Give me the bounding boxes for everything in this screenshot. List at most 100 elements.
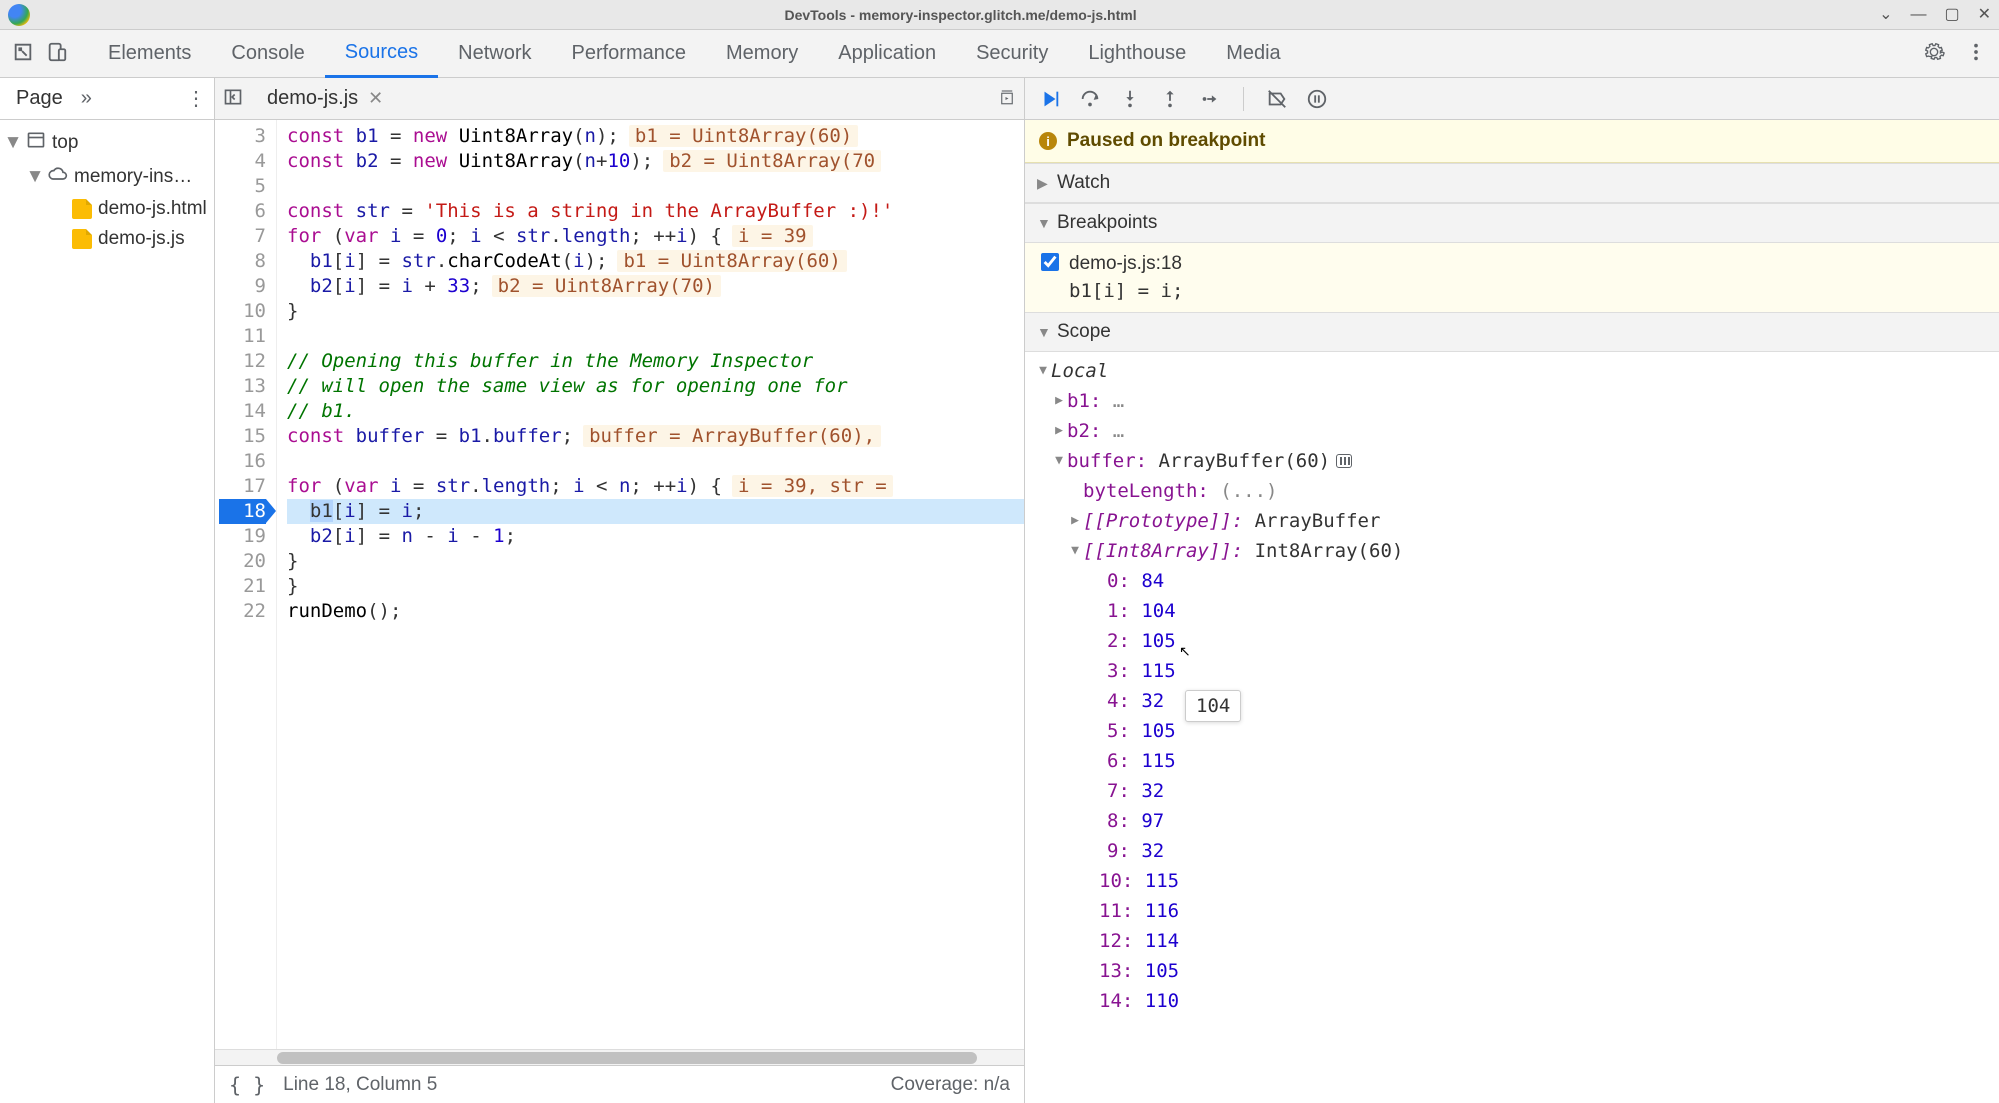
array-entry[interactable]: 11: 116 <box>1025 896 1999 926</box>
caret-down-icon: ▼ <box>1037 215 1049 231</box>
navigator-menu-icon[interactable]: ⋮ <box>186 86 206 111</box>
scope-bytelength[interactable]: byteLength: (...) <box>1025 476 1999 506</box>
tree-domain-label: memory-ins… <box>74 166 192 188</box>
pretty-print-icon[interactable]: { } <box>229 1073 265 1097</box>
scope-var-b2[interactable]: ▶ b2: … <box>1025 416 1999 446</box>
array-entry[interactable]: 1: 104 <box>1025 596 1999 626</box>
caret-down-icon: ▼ <box>1037 324 1049 340</box>
breakpoint-checkbox[interactable] <box>1041 253 1059 271</box>
breakpoints-section-header[interactable]: ▼ Breakpoints <box>1025 203 1999 243</box>
settings-icon[interactable] <box>1923 41 1945 66</box>
step-out-button[interactable] <box>1159 88 1181 110</box>
scrollbar-thumb[interactable] <box>277 1052 977 1064</box>
horizontal-scrollbar[interactable] <box>215 1049 1024 1065</box>
array-entry[interactable]: 3: 115 <box>1025 656 1999 686</box>
toggle-device-icon[interactable] <box>46 41 68 66</box>
tree-top-label: top <box>52 132 78 154</box>
scope-body: ▼ Local ▶ b1: … ▶ b2: … ▼ buffer: ArrayB… <box>1025 352 1999 1020</box>
caret-down-icon: ▼ <box>28 170 42 184</box>
memory-inspector-icon[interactable] <box>1336 454 1352 468</box>
paused-text: Paused on breakpoint <box>1067 130 1265 152</box>
tree-top-frame[interactable]: ▼ top <box>0 126 214 160</box>
debugger-panel: i Paused on breakpoint ▶ Watch ▼ Breakpo… <box>1025 78 1999 1103</box>
devtools-tabs: ElementsConsoleSourcesNetworkPerformance… <box>0 30 1999 78</box>
array-entry[interactable]: 2: 105 <box>1025 626 1999 656</box>
panel-tab-sources[interactable]: Sources <box>325 30 438 78</box>
watch-section-header[interactable]: ▶ Watch <box>1025 163 1999 203</box>
panel-tab-security[interactable]: Security <box>956 30 1068 78</box>
step-button[interactable] <box>1199 88 1221 110</box>
caret-right-icon: ▶ <box>1067 506 1083 536</box>
step-into-button[interactable] <box>1119 88 1141 110</box>
array-entry[interactable]: 9: 32 <box>1025 836 1999 866</box>
minimize-button[interactable]: — <box>1910 7 1926 23</box>
editor-panel: demo-js.js ✕ 345678910111213141516171819… <box>215 78 1025 1103</box>
info-icon: i <box>1039 132 1057 150</box>
window-menu-icon[interactable]: ⌄ <box>1879 7 1892 23</box>
caret-right-icon: ▶ <box>1051 416 1067 446</box>
navigator-more-tabs-icon[interactable]: » <box>81 87 92 110</box>
panel-tab-network[interactable]: Network <box>438 30 551 78</box>
breakpoint-item[interactable]: demo-js.js:18 b1[i] = i; <box>1041 251 1987 304</box>
run-snippet-icon[interactable] <box>998 88 1016 109</box>
array-entry[interactable]: 5: 105 <box>1025 716 1999 746</box>
file-tree: ▼ top ▼ memory-ins… demo-js.html demo-js… <box>0 120 214 260</box>
coverage-status: Coverage: n/a <box>891 1074 1010 1096</box>
deactivate-breakpoints-button[interactable] <box>1266 88 1288 110</box>
array-entry[interactable]: 8: 97 <box>1025 806 1999 836</box>
array-entry[interactable]: 6: 115 <box>1025 746 1999 776</box>
panel-tab-application[interactable]: Application <box>818 30 956 78</box>
toggle-navigator-icon[interactable] <box>223 87 243 110</box>
close-tab-icon[interactable]: ✕ <box>368 88 383 109</box>
scope-var-b1[interactable]: ▶ b1: … <box>1025 386 1999 416</box>
code-editor[interactable]: 345678910111213141516171819202122 const … <box>215 120 1024 1049</box>
cursor-position: Line 18, Column 5 <box>283 1074 437 1096</box>
panel-tab-media[interactable]: Media <box>1206 30 1300 78</box>
panel-tab-memory[interactable]: Memory <box>706 30 818 78</box>
pause-on-exceptions-button[interactable] <box>1306 88 1328 110</box>
array-entry[interactable]: 13: 105 <box>1025 956 1999 986</box>
caret-down-icon: ▼ <box>1067 536 1083 566</box>
caret-right-icon: ▶ <box>1037 175 1049 192</box>
editor-statusbar: { } Line 18, Column 5 Coverage: n/a <box>215 1065 1024 1103</box>
value-tooltip: 104 <box>1185 690 1241 722</box>
panel-tab-console[interactable]: Console <box>211 30 324 78</box>
close-window-button[interactable]: ✕ <box>1978 7 1991 23</box>
toolbar-divider <box>1243 87 1244 111</box>
kebab-menu-icon[interactable] <box>1965 41 1987 66</box>
file-icon <box>72 229 92 249</box>
array-entry[interactable]: 7: 32 <box>1025 776 1999 806</box>
scope-prototype[interactable]: ▶ [[Prototype]]: ArrayBuffer <box>1025 506 1999 536</box>
panel-tab-lighthouse[interactable]: Lighthouse <box>1068 30 1206 78</box>
panel-tab-performance[interactable]: Performance <box>552 30 707 78</box>
file-icon <box>72 199 92 219</box>
resume-button[interactable] <box>1039 88 1061 110</box>
editor-file-tab[interactable]: demo-js.js ✕ <box>257 83 393 114</box>
scope-section-header[interactable]: ▼ Scope <box>1025 312 1999 352</box>
chrome-icon <box>8 4 30 26</box>
array-entry[interactable]: 14: 110 <box>1025 986 1999 1016</box>
step-over-button[interactable] <box>1079 88 1101 110</box>
panel-tab-elements[interactable]: Elements <box>88 30 211 78</box>
inspect-element-icon[interactable] <box>12 41 34 66</box>
file-tab-label: demo-js.js <box>267 87 358 110</box>
array-entry[interactable]: 0: 84 <box>1025 566 1999 596</box>
code-body[interactable]: const b1 = new Uint8Array(n);b1 = Uint8A… <box>277 120 1024 1049</box>
tree-file[interactable]: demo-js.js <box>0 224 214 254</box>
array-entry[interactable]: 4: 32 <box>1025 686 1999 716</box>
scope-int8array[interactable]: ▼ [[Int8Array]]: Int8Array(60) <box>1025 536 1999 566</box>
caret-down-icon: ▼ <box>6 136 20 150</box>
tree-domain[interactable]: ▼ memory-ins… <box>0 160 214 194</box>
scope-var-buffer[interactable]: ▼ buffer: ArrayBuffer(60) <box>1025 446 1999 476</box>
window-title: DevTools - memory-inspector.glitch.me/de… <box>42 7 1879 23</box>
array-entry[interactable]: 10: 115 <box>1025 866 1999 896</box>
gutter[interactable]: 345678910111213141516171819202122 <box>215 120 277 1049</box>
breakpoint-list: demo-js.js:18 b1[i] = i; <box>1025 243 1999 312</box>
scope-local[interactable]: ▼ Local <box>1025 356 1999 386</box>
tree-file[interactable]: demo-js.html <box>0 194 214 224</box>
paused-banner: i Paused on breakpoint <box>1025 120 1999 163</box>
window-frame-icon <box>26 130 46 156</box>
navigator-page-tab[interactable]: Page <box>8 83 71 114</box>
maximize-button[interactable]: ▢ <box>1944 7 1959 23</box>
array-entry[interactable]: 12: 114 <box>1025 926 1999 956</box>
